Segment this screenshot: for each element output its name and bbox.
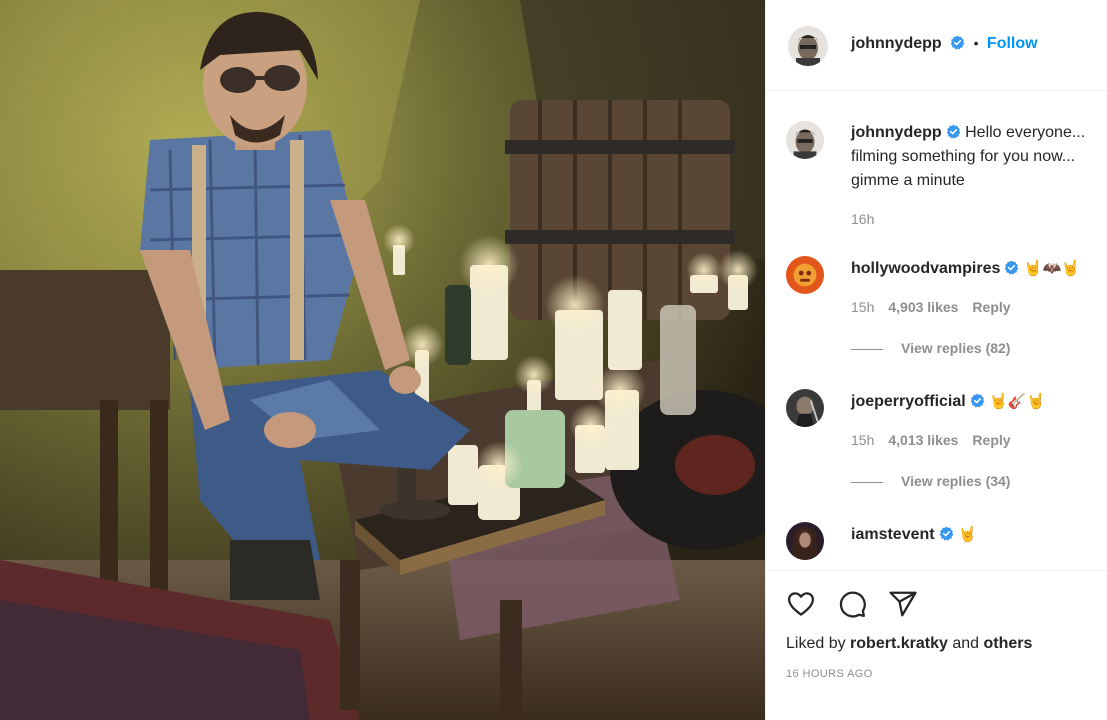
avatar-image — [788, 26, 828, 66]
joeperryofficial-avatar-image — [786, 389, 824, 427]
comment-emoji: 🤘🦇🤘 — [1023, 259, 1080, 277]
post-side-panel: johnnydepp • Follow johnnydepp Hello eve… — [765, 0, 1107, 720]
comment-author[interactable]: joeperryofficial — [851, 393, 966, 410]
verified-badge-icon — [1005, 260, 1019, 275]
comment-likes[interactable]: 4,903 likes — [888, 299, 958, 315]
header-line: johnnydepp • Follow — [851, 35, 1038, 53]
comment-emoji: 🤘 — [958, 525, 977, 543]
comment-avatar[interactable] — [786, 389, 824, 427]
comment-emoji: 🤘🎸🤘 — [989, 392, 1046, 410]
comment-author[interactable]: hollywoodvampires — [851, 260, 1000, 277]
comment-body: iamstevent 🤘 — [851, 522, 1101, 547]
caption-avatar[interactable] — [786, 121, 824, 159]
post-header: johnnydepp • Follow — [766, 0, 1107, 91]
verified-badge-icon — [970, 393, 985, 408]
liked-by: Liked by robert.kratky and others — [786, 635, 1032, 653]
separator-dot: • — [973, 35, 979, 51]
heart-icon[interactable] — [786, 589, 816, 619]
caption-author[interactable]: johnnydepp — [851, 124, 942, 141]
view-replies-label: View replies (34) — [901, 473, 1011, 489]
post-actions: Liked by robert.kratky and others 16 HOU… — [766, 570, 1107, 720]
verified-badge-icon — [946, 124, 960, 139]
liked-by-others[interactable]: others — [983, 635, 1032, 652]
comment-avatar[interactable] — [786, 256, 824, 294]
view-replies-label: View replies (82) — [901, 340, 1011, 356]
liked-by-mid: and — [947, 635, 984, 652]
view-replies-line — [851, 481, 883, 483]
post-timestamp[interactable]: 16 HOURS AGO — [786, 668, 873, 680]
post-image — [0, 0, 765, 720]
view-replies-button[interactable]: View replies (82) — [851, 340, 1010, 356]
comment-time[interactable]: 15h — [851, 432, 874, 448]
comment-body: joeperryofficial 🤘🎸🤘 15h 4,013 likes Reply — [851, 389, 1101, 452]
view-replies-button[interactable]: View replies (34) — [851, 473, 1010, 489]
post-photo[interactable] — [0, 0, 765, 720]
liked-by-prefix: Liked by — [786, 635, 851, 652]
comment-reply-button[interactable]: Reply — [972, 299, 1010, 315]
author-username[interactable]: johnnydepp — [851, 35, 942, 52]
caption-meta: 16h — [851, 207, 1101, 231]
comment-avatar[interactable] — [786, 522, 824, 560]
hollywoodvampires-avatar-image — [786, 256, 824, 294]
avatar-image — [786, 121, 824, 159]
comment-author[interactable]: iamstevent — [851, 526, 935, 543]
comment-icon[interactable] — [837, 589, 867, 619]
verified-badge-icon — [939, 526, 953, 541]
liked-by-user[interactable]: robert.kratky — [850, 635, 948, 652]
follow-button[interactable]: Follow — [987, 35, 1038, 52]
iamstevent-avatar-image — [786, 522, 824, 560]
share-icon[interactable] — [888, 589, 918, 619]
avatar[interactable] — [788, 26, 828, 66]
comment-body: hollywoodvampires 🤘🦇🤘 15h 4,903 likes Repl… — [851, 256, 1101, 319]
comment-meta: 15h 4,903 likes Reply — [851, 295, 1101, 319]
verified-badge-icon — [950, 35, 965, 50]
comment-likes[interactable]: 4,013 likes — [888, 432, 958, 448]
caption-body: johnnydepp Hello everyone... filming som… — [851, 121, 1101, 231]
comments-list[interactable]: johnnydepp Hello everyone... filming som… — [766, 91, 1107, 569]
view-replies-line — [851, 348, 883, 350]
comment-reply-button[interactable]: Reply — [972, 432, 1010, 448]
comment-meta: 15h 4,013 likes Reply — [851, 428, 1101, 452]
caption-time[interactable]: 16h — [851, 211, 874, 227]
comment-time[interactable]: 15h — [851, 299, 874, 315]
